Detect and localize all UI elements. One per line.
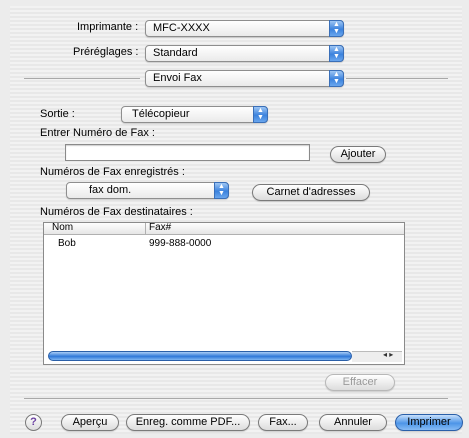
column-divider [145,223,146,234]
footer-separator [24,398,448,399]
add-button[interactable]: Ajouter [330,146,386,163]
up-down-arrows-icon: ▲ ▼ [329,70,344,87]
saved-label: Numéros de Fax enregistrés : [40,166,185,178]
column-header-fax[interactable]: Fax# [149,222,171,233]
scroll-arrows-icon[interactable]: ◂ ▸ [383,350,393,359]
panel-value: Envoi Fax [153,72,202,84]
up-down-arrows-icon: ▲ ▼ [253,106,268,123]
clear-button[interactable]: Effacer [325,374,395,391]
fax-entry-label: Entrer Numéro de Fax : [40,127,155,139]
separator-left [24,78,140,79]
presets-value: Standard [153,47,198,59]
presets-label: Préréglages : [73,46,139,58]
row-name: Bob [58,238,76,249]
row-fax: 999-888-0000 [149,238,212,249]
print-button[interactable]: Imprimer [395,414,463,431]
saved-popup[interactable]: fax dom. ▲ ▼ [66,182,229,199]
column-header-name[interactable]: Nom [52,222,73,233]
up-down-arrows-icon: ▲ ▼ [329,45,344,62]
printer-value: MFC-XXXX [153,22,210,34]
panel-popup[interactable]: Envoi Fax ▲ ▼ [145,70,344,87]
scrollbar-thumb[interactable] [48,351,352,361]
preview-button[interactable]: Aperçu [61,414,119,431]
presets-popup[interactable]: Standard ▲ ▼ [145,45,344,62]
separator-right [346,78,448,79]
address-book-button[interactable]: Carnet d'adresses [252,184,370,201]
output-popup[interactable]: Télécopieur ▲ ▼ [121,106,268,123]
scrollbar-track[interactable]: ◂ ▸ [352,350,402,362]
up-down-arrows-icon: ▲ ▼ [329,20,344,37]
printer-label: Imprimante : [77,21,139,33]
up-down-arrows-icon: ▲ ▼ [214,182,229,199]
printer-popup[interactable]: MFC-XXXX ▲ ▼ [145,20,344,37]
fax-number-input[interactable] [65,144,310,161]
cancel-button[interactable]: Annuler [319,414,387,431]
table-header: Nom Fax# [44,222,404,235]
saved-value: fax dom. [89,184,132,196]
save-as-pdf-button[interactable]: Enreg. comme PDF... [126,414,250,431]
fax-button[interactable]: Fax... [258,414,308,431]
output-label: Sortie : [40,108,75,120]
recipients-table[interactable]: Nom Fax# Bob 999-888-0000 ◂ ▸ [43,222,405,365]
output-value: Télécopieur [132,108,190,120]
help-button[interactable]: ? [25,414,42,431]
table-row[interactable]: Bob 999-888-0000 [44,237,404,251]
print-dialog: { "printer": { "label": "Imprimante :", … [0,0,469,438]
recipients-label: Numéros de Fax destinataires : [40,206,193,218]
